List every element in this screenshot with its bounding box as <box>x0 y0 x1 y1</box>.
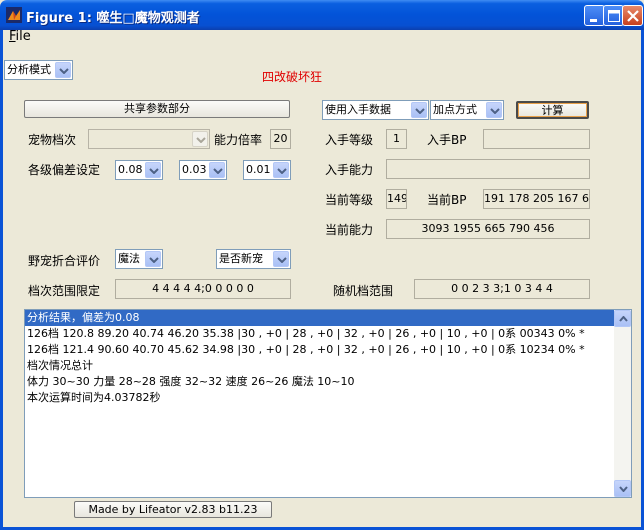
current-ability-label: 当前能力 <box>325 223 374 237</box>
dropdown-arrow-icon <box>192 131 208 147</box>
output-lines: 分析结果，偏差为0.08 126档 120.8 89.20 40.74 46.2… <box>25 310 616 406</box>
scroll-up-button[interactable] <box>614 310 631 327</box>
tier-range-field[interactable]: 4 4 4 4 4;0 0 0 0 0 <box>115 279 291 299</box>
close-icon <box>627 10 639 22</box>
maximize-button[interactable] <box>603 5 624 26</box>
shared-params-button[interactable]: 共享参数部分 <box>24 100 290 118</box>
acquire-ability-label: 入手能力 <box>325 163 374 177</box>
pet-tier-select[interactable] <box>88 129 210 149</box>
window-border-left <box>0 30 3 530</box>
deviation-label: 各级偏差设定 <box>28 163 101 177</box>
minimize-button[interactable] <box>584 5 605 26</box>
list-item[interactable]: 126档 120.8 89.20 40.74 46.20 35.38 |30 ,… <box>25 326 616 342</box>
ability-ratio-field[interactable]: 20 <box>270 129 291 149</box>
current-bp-field[interactable]: 191 178 205 167 64 <box>483 189 590 209</box>
matlab-figure-icon <box>6 7 22 23</box>
dropdown-arrow-icon <box>209 162 225 178</box>
output-listbox[interactable]: 分析结果，偏差为0.08 126档 120.8 89.20 40.74 46.2… <box>24 309 632 498</box>
menu-bar <box>0 30 644 48</box>
dropdown-arrow-icon <box>411 102 427 118</box>
list-item[interactable]: 体力 30~30 力量 28~28 强度 32~32 速度 26~26 魔法 1… <box>25 374 616 390</box>
dropdown-arrow-icon <box>486 102 502 118</box>
close-button[interactable] <box>622 5 643 26</box>
pet-tier-label: 宠物档次 <box>28 133 77 147</box>
acquire-bp-label: 入手BP <box>427 133 467 147</box>
dropdown-arrow-icon <box>273 251 289 267</box>
calculate-button[interactable]: 计算 <box>516 101 589 119</box>
list-item[interactable]: 本次运算时间为4.03782秒 <box>25 390 616 406</box>
mode-select[interactable]: 分析模式 <box>4 60 73 80</box>
deviation-select-3[interactable]: 0.01 <box>243 160 291 180</box>
menu-file[interactable]: File <box>9 29 31 44</box>
current-level-label: 当前等级 <box>325 193 374 207</box>
random-range-field[interactable]: 0 0 2 3 3;1 0 3 4 4 <box>414 279 590 299</box>
dropdown-arrow-icon <box>273 162 289 178</box>
is-new-pet-select[interactable]: 是否新宠 <box>216 249 291 269</box>
mode-select-value: 分析模式 <box>7 63 51 76</box>
list-item[interactable]: 126档 121.4 90.60 40.70 45.62 34.98 |30 ,… <box>25 342 616 358</box>
current-level-field[interactable]: 149 <box>386 189 407 209</box>
deviation-select-1[interactable]: 0.08 <box>115 160 163 180</box>
acquire-level-label: 入手等级 <box>325 133 374 147</box>
vertical-scrollbar[interactable] <box>614 310 631 497</box>
chevron-down-icon <box>619 486 628 492</box>
list-item[interactable]: 分析结果，偏差为0.08 <box>25 310 616 326</box>
wild-eval-select[interactable]: 魔法 <box>115 249 163 269</box>
dropdown-arrow-icon <box>55 62 71 78</box>
dropdown-arrow-icon <box>145 162 161 178</box>
window-title: Figure 1: 噬生□魔物观测者 <box>26 11 200 26</box>
profile-title: 四改破坏狂 <box>262 70 323 84</box>
deviation-select-2[interactable]: 0.03 <box>179 160 227 180</box>
scroll-down-button[interactable] <box>614 480 631 497</box>
data-source-select[interactable]: 使用入手数据 <box>322 100 429 120</box>
ability-ratio-label: 能力倍率 <box>214 133 263 147</box>
acquire-ability-field[interactable] <box>386 159 590 179</box>
add-point-select[interactable]: 加点方式 <box>430 100 504 120</box>
list-item[interactable]: 档次情况总计 <box>25 358 616 374</box>
random-range-label: 随机档范围 <box>333 284 394 298</box>
current-bp-label: 当前BP <box>427 193 467 207</box>
acquire-level-field[interactable]: 1 <box>386 129 407 149</box>
acquire-bp-field[interactable] <box>483 129 590 149</box>
tier-range-label: 档次范围限定 <box>28 284 101 298</box>
chevron-up-icon <box>619 316 628 322</box>
about-button[interactable]: Made by Lifeator v2.83 b11.23 <box>74 501 272 518</box>
wild-eval-label: 野宠折合评价 <box>28 254 101 268</box>
dropdown-arrow-icon <box>145 251 161 267</box>
current-ability-field[interactable]: 3093 1955 665 790 456 <box>386 219 590 239</box>
